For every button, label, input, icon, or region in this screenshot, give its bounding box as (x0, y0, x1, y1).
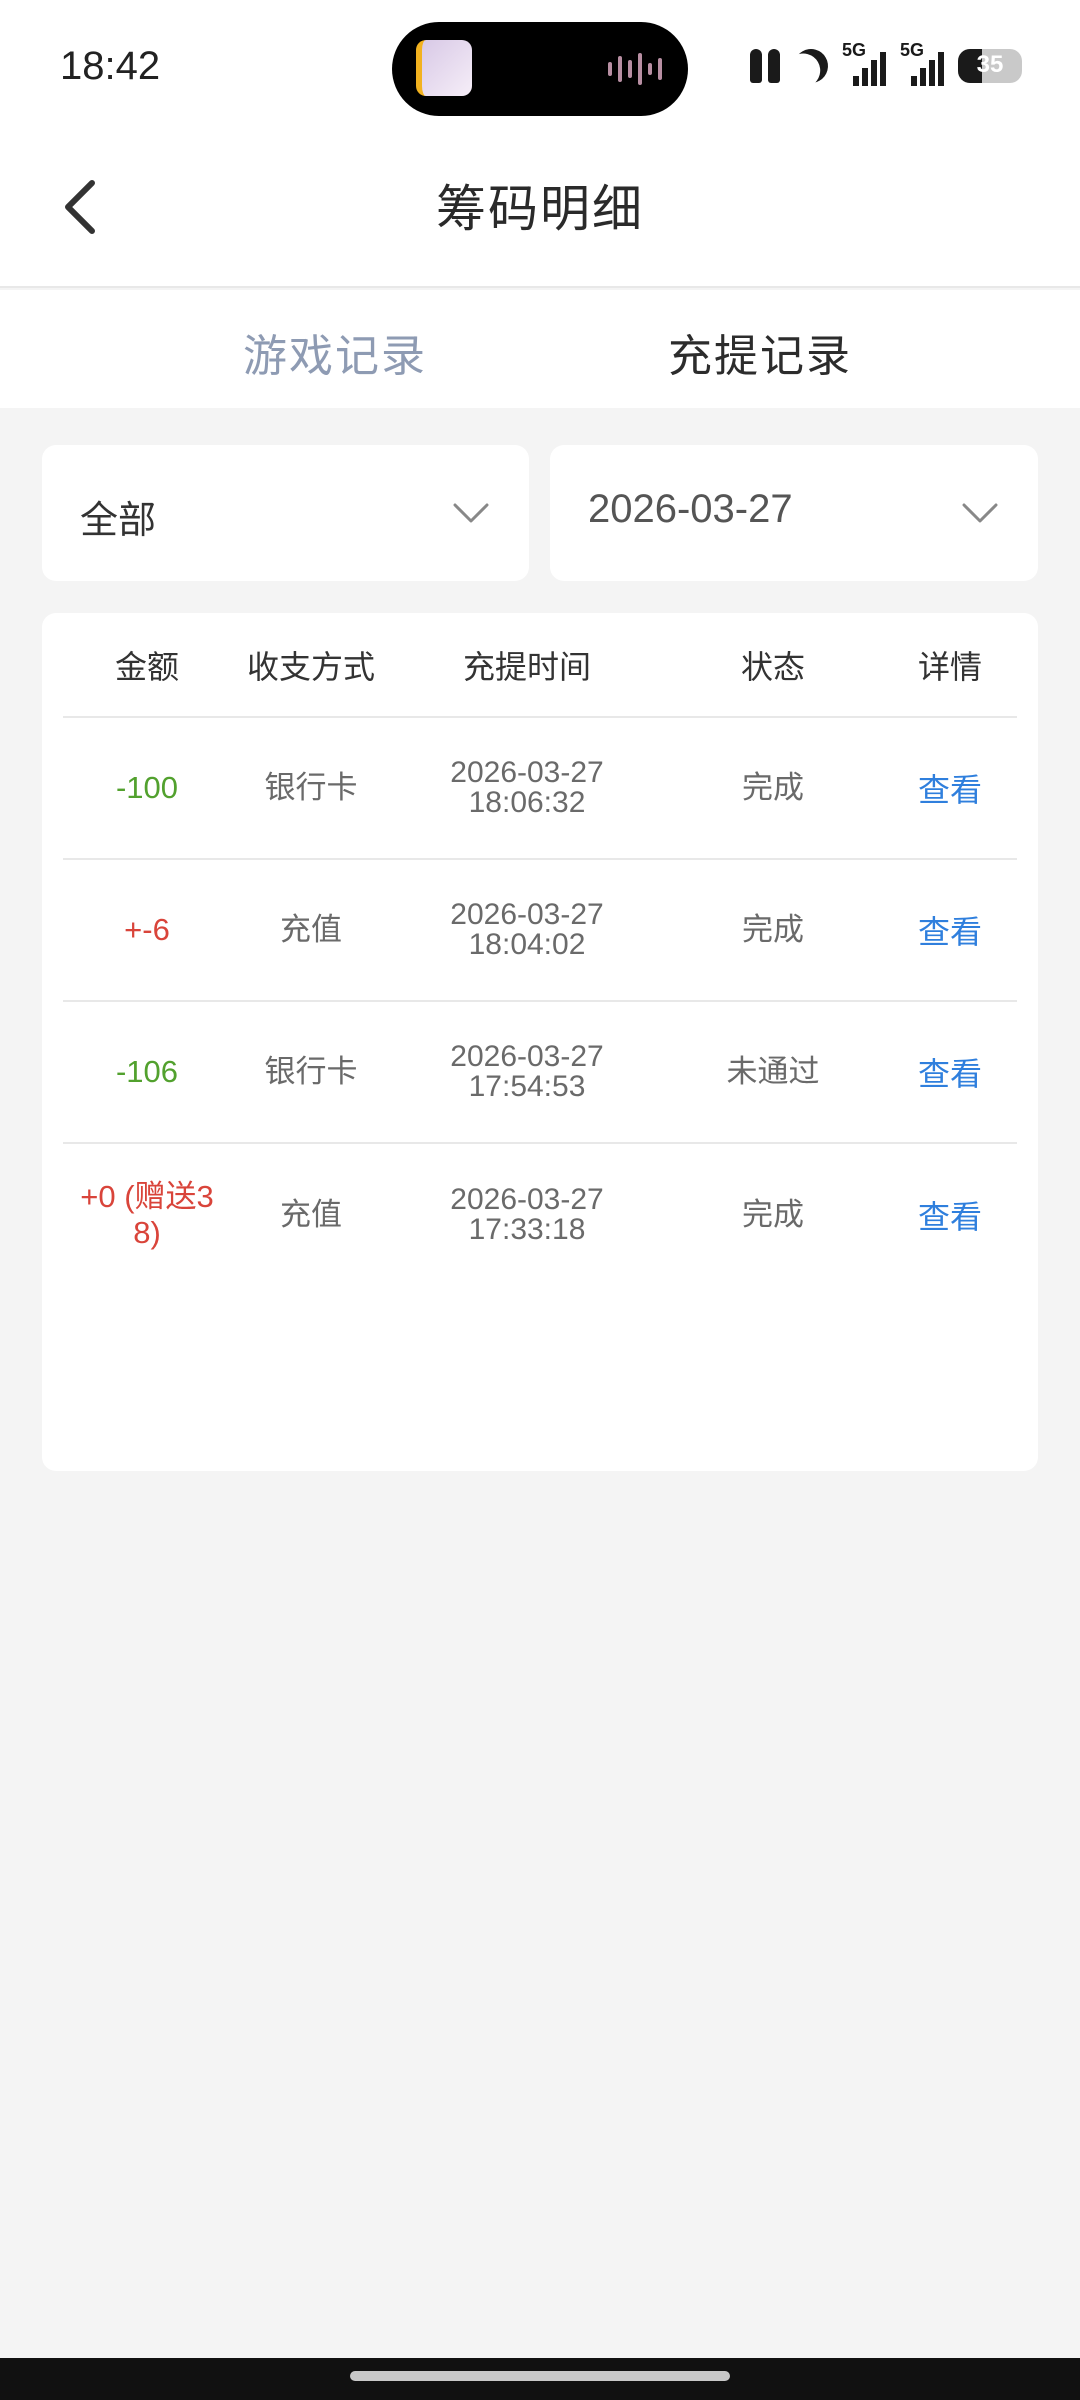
status-cell: 完成 (742, 1197, 804, 1232)
signal-icon: 5G (900, 40, 944, 86)
status-cell: 完成 (742, 770, 804, 805)
audio-wave-icon (608, 52, 662, 86)
view-detail-link[interactable]: 查看 (883, 1002, 1017, 1142)
time-cell: 2026-03-27 18:04:02 (387, 860, 667, 1000)
time-cell-date: 2026-03-27 (450, 1040, 604, 1073)
system-nav-bar (0, 2358, 1080, 2400)
moon-icon (788, 43, 834, 89)
music-app-icon (416, 40, 472, 96)
screen: 18:42 5G 5G 35 筹码明细 游戏记录 充提记录 全部 2026-03… (0, 0, 1080, 2400)
method-cell: 充值 (280, 1197, 342, 1232)
amount-cell: +-6 (124, 912, 170, 947)
status-bar: 18:42 5G 5G 35 (0, 0, 1080, 135)
method-cell: 充值 (280, 912, 342, 947)
dynamic-island[interactable] (392, 22, 688, 116)
type-filter-value: 全部 (80, 500, 157, 542)
column-header-detail: 详情 (917, 648, 982, 685)
column-header-time: 充提时间 (462, 648, 591, 685)
time-cell-time: 17:54:53 (468, 1070, 586, 1103)
chevron-down-icon (962, 503, 998, 523)
date-filter-value: 2026-03-27 (588, 487, 793, 531)
battery-icon: 35 (958, 49, 1022, 83)
status-cell: 完成 (742, 912, 804, 947)
status-cell: 未通过 (726, 1054, 820, 1089)
status-time: 18:42 (60, 44, 161, 88)
time-cell: 2026-03-27 18:06:32 (387, 718, 667, 858)
table-header: 金额 收支方式 充提时间 状态 详情 (63, 613, 1017, 718)
table-row: +0 (赠送3 8) 充值 2026-03-27 17:33:18 完成 查看 (63, 1144, 1017, 1286)
type-filter-dropdown[interactable]: 全部 (42, 445, 529, 581)
time-cell: 2026-03-27 17:33:18 (387, 1144, 667, 1286)
view-detail-link[interactable]: 查看 (883, 860, 1017, 1000)
amount-cell: -106 (115, 1054, 179, 1089)
column-header-method: 收支方式 (246, 648, 375, 685)
chevron-down-icon (453, 503, 489, 523)
header: 筹码明细 (0, 135, 1080, 288)
time-cell-date: 2026-03-27 (450, 898, 604, 931)
view-detail-link[interactable]: 查看 (883, 1144, 1017, 1286)
signal-icon: 5G (842, 40, 886, 86)
tab-bar: 游戏记录 充提记录 (0, 290, 1080, 408)
status-icons: 5G 5G 35 (750, 40, 1022, 89)
date-filter-dropdown[interactable]: 2026-03-27 (550, 445, 1038, 581)
time-cell-time: 18:04:02 (468, 928, 586, 961)
table-row: -100 银行卡 2026-03-27 18:06:32 完成 查看 (63, 718, 1017, 860)
time-cell-date: 2026-03-27 (450, 756, 604, 789)
time-cell-time: 18:06:32 (468, 786, 586, 819)
amount-cell-line-2: 8) (133, 1215, 161, 1250)
method-cell: 银行卡 (264, 770, 358, 805)
table-row: +-6 充值 2026-03-27 18:04:02 完成 查看 (63, 860, 1017, 1002)
home-indicator[interactable] (350, 2371, 730, 2381)
amount-cell: +0 (赠送3 8) (63, 1144, 231, 1286)
amount-cell-line-1: +0 (赠送3 (80, 1179, 214, 1214)
method-cell: 银行卡 (264, 1054, 358, 1089)
page-title: 筹码明细 (436, 181, 644, 237)
time-cell-time: 17:33:18 (468, 1213, 586, 1246)
records-table: 金额 收支方式 充提时间 状态 详情 -100 银行卡 2026-03-27 1… (42, 613, 1038, 1471)
column-header-status: 状态 (740, 648, 805, 685)
table-row: -106 银行卡 2026-03-27 17:54:53 未通过 查看 (63, 1002, 1017, 1144)
earbuds-icon (750, 49, 780, 83)
column-header-amount: 金额 (114, 648, 179, 685)
time-cell: 2026-03-27 17:54:53 (387, 1002, 667, 1142)
tab-game-records[interactable]: 游戏记录 (243, 320, 427, 384)
amount-cell: -100 (115, 770, 179, 805)
tab-recharge-records[interactable]: 充提记录 (668, 320, 852, 384)
battery-level: 35 (976, 51, 1004, 78)
time-cell-date: 2026-03-27 (450, 1183, 604, 1216)
view-detail-link[interactable]: 查看 (883, 718, 1017, 858)
